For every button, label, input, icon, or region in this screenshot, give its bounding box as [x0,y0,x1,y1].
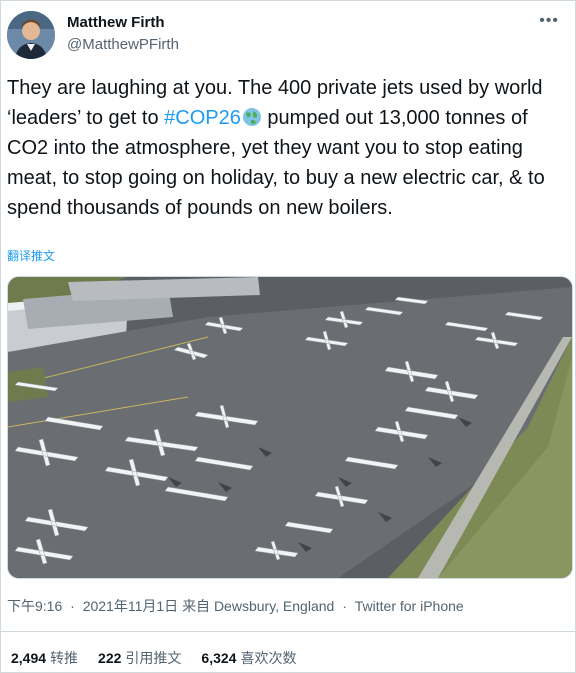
quotes-count: 222 [98,650,122,666]
quotes-stat[interactable]: 222 引用推文 [98,648,181,668]
likes-label: 喜欢次数 [240,650,297,666]
likes-stat[interactable]: 6,324 喜欢次数 [201,648,296,668]
tweet-location[interactable]: 来自 Dewsbury, England [182,598,334,614]
avatar[interactable] [7,11,55,59]
tweet-text: They are laughing at you. The 400 privat… [7,73,569,223]
tweet-date[interactable]: 2021年11月1日 [83,598,178,614]
author-handle[interactable]: @MatthewPFirth [67,36,179,53]
meta-separator: · [66,598,79,614]
retweets-stat[interactable]: 2,494 转推 [11,648,78,668]
globe-icon [242,106,262,126]
more-options-icon[interactable]: ••• [539,13,559,29]
translate-tweet-link[interactable]: 翻译推文 [7,247,55,264]
tweet-card: Matthew Firth @MatthewPFirth ••• They ar… [0,0,576,673]
hashtag-link[interactable]: #COP26 [164,107,241,129]
likes-count: 6,324 [201,650,237,666]
tweet-source[interactable]: Twitter for iPhone [355,598,464,614]
tweet-photo[interactable] [7,276,573,579]
tweet-stats: 2,494 转推 222 引用推文 6,324 喜欢次数 [11,648,296,668]
retweets-count: 2,494 [11,650,47,666]
tweet-time[interactable]: 下午9:16 [7,598,62,614]
meta-separator: · [338,598,351,614]
quotes-label: 引用推文 [125,650,182,666]
author-name[interactable]: Matthew Firth [67,14,165,31]
divider [1,631,575,632]
tweet-metadata: 下午9:16 · 2021年11月1日 来自 Dewsbury, England… [7,596,464,616]
retweets-label: 转推 [50,650,79,666]
